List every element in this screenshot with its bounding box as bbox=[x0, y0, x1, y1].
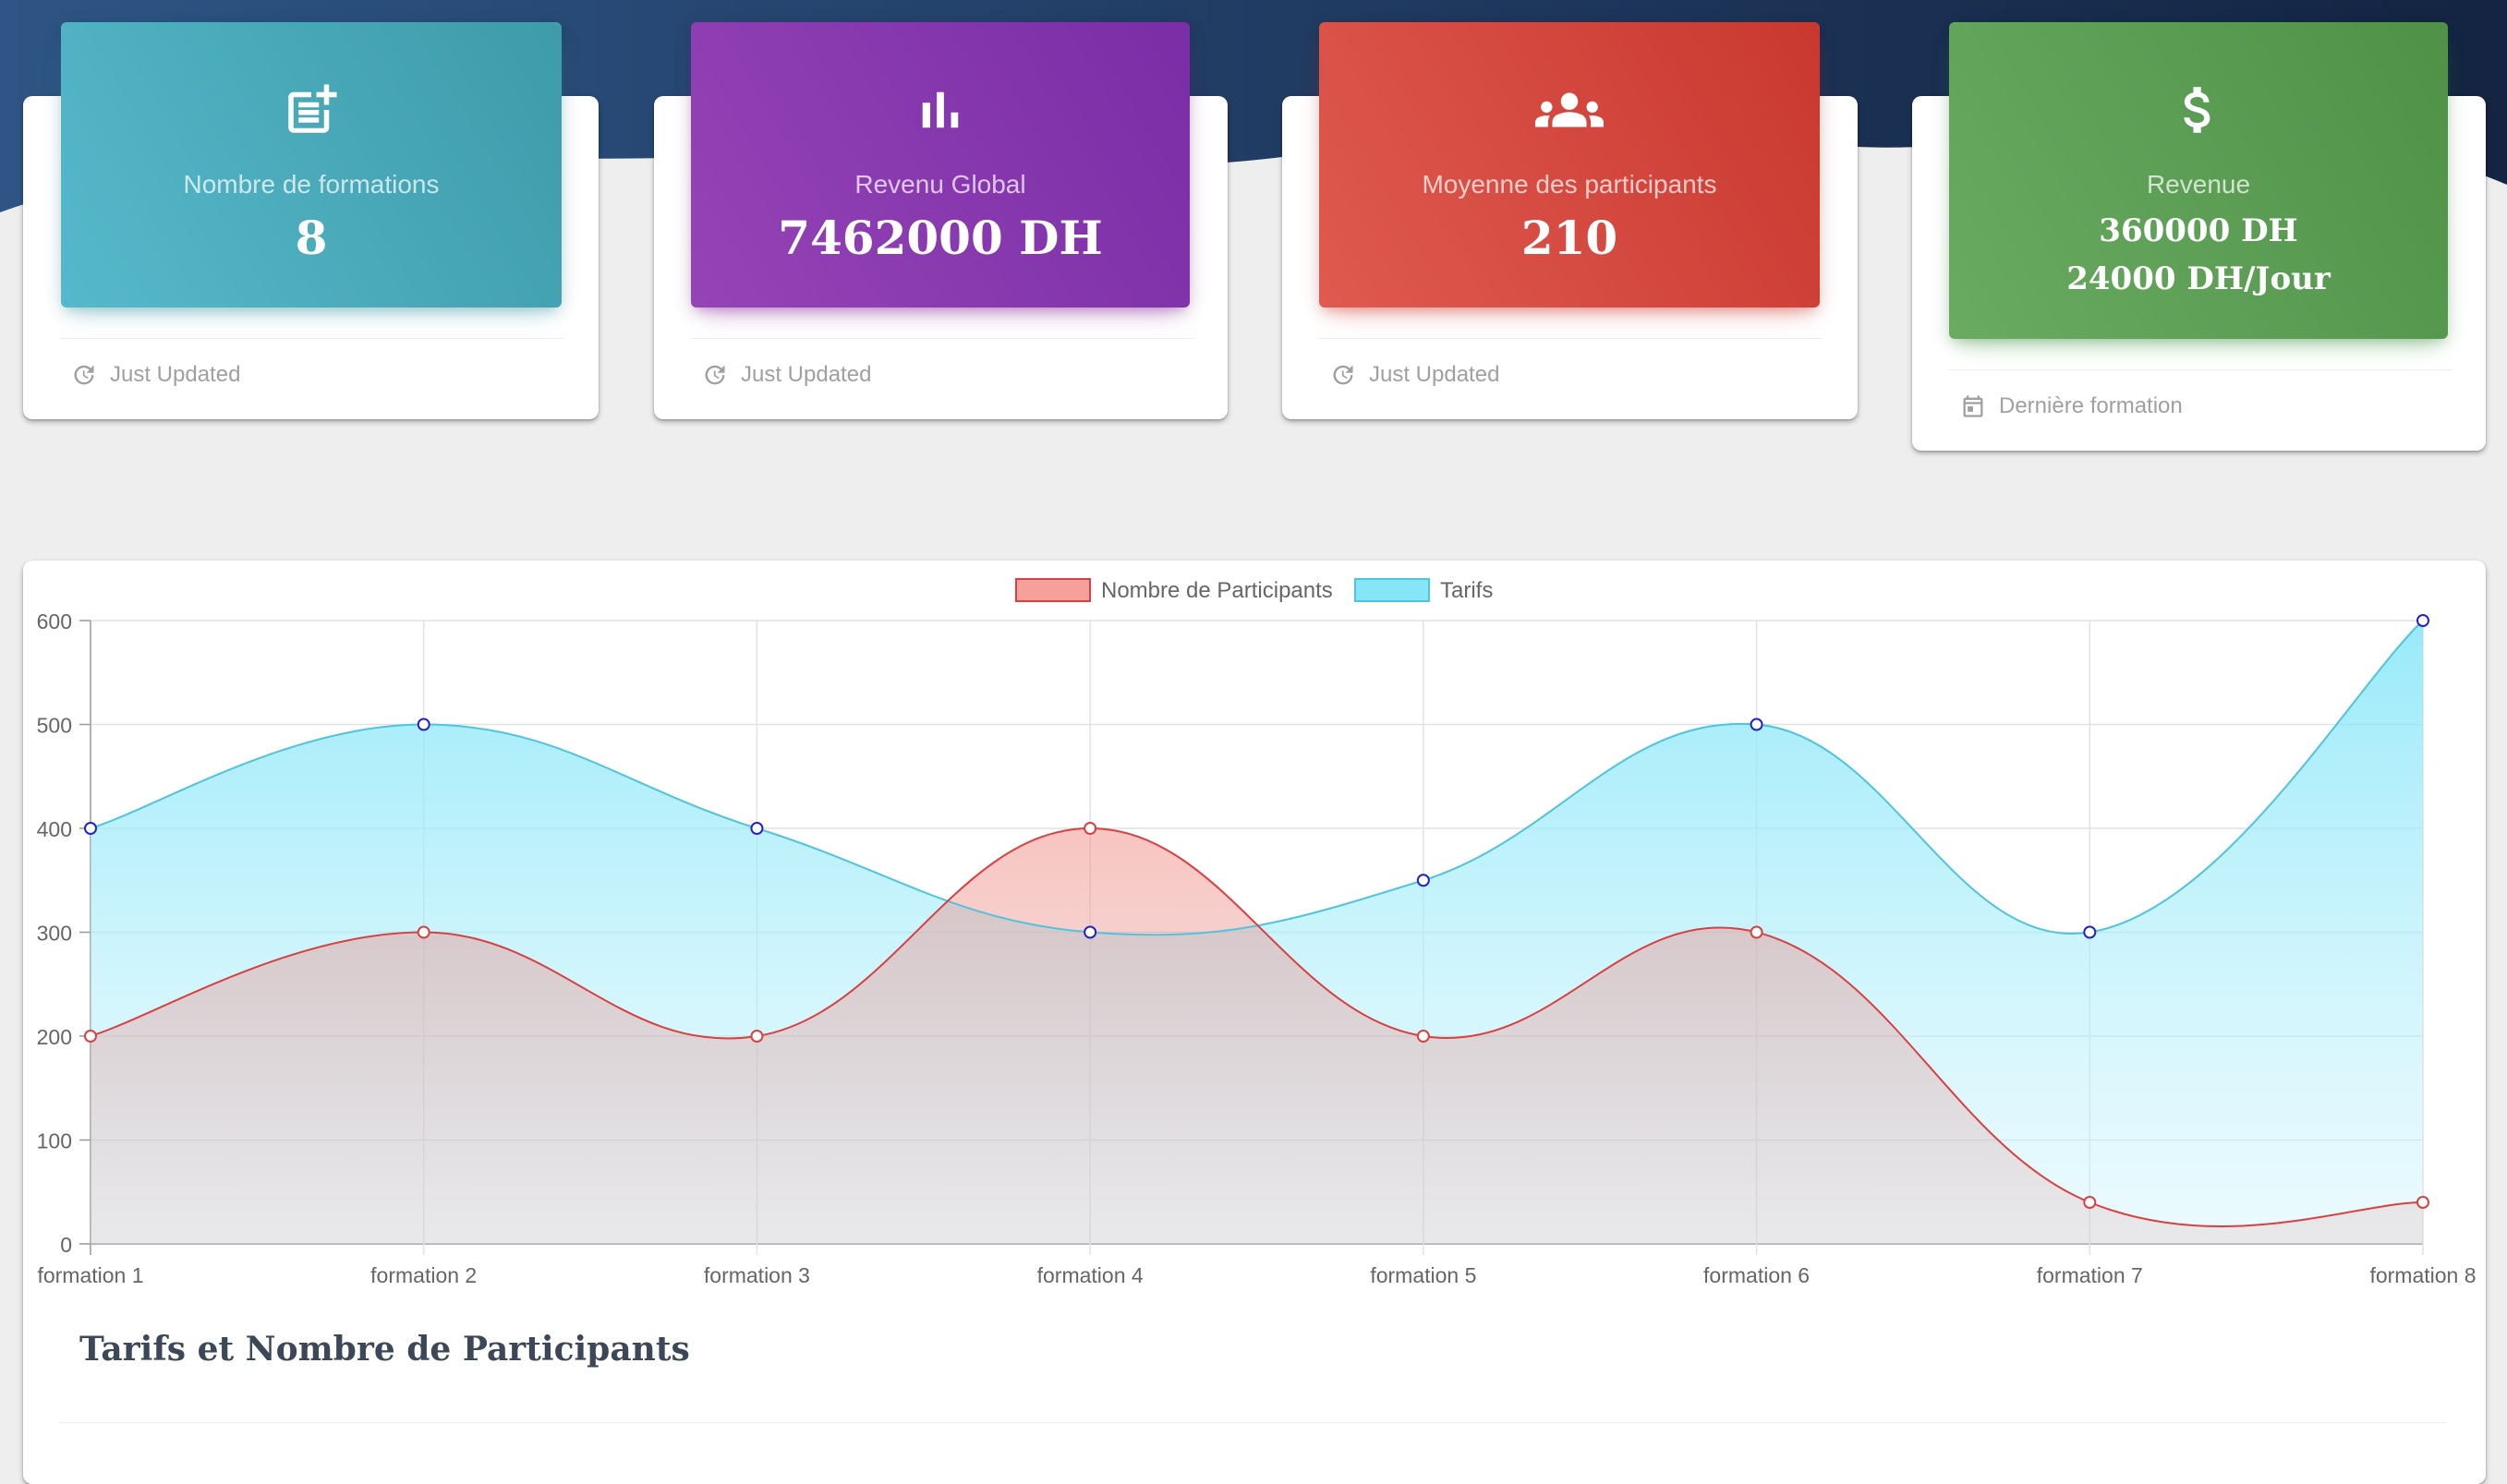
point-participants bbox=[750, 1030, 764, 1043]
point-tarifs bbox=[2416, 614, 2429, 627]
point-tarifs bbox=[84, 822, 97, 835]
x-tick-label: formation 7 bbox=[2037, 1263, 2143, 1287]
y-tick-label: 400 bbox=[37, 817, 72, 841]
x-tick-label: formation 3 bbox=[704, 1263, 810, 1287]
point-tarifs bbox=[417, 718, 430, 731]
point-participants bbox=[2083, 1196, 2097, 1209]
line-area-chart: 0 100 200 300 400 500 600 formation 1 formation … bbox=[37, 578, 2477, 1287]
x-tick-label: formation 2 bbox=[370, 1263, 477, 1287]
y-tick-label: 500 bbox=[37, 714, 72, 738]
point-tarifs bbox=[1084, 925, 1097, 939]
chart-divider bbox=[59, 1422, 2446, 1423]
x-tick-label: formation 6 bbox=[1703, 1263, 1810, 1287]
point-tarifs bbox=[750, 822, 764, 835]
y-tick-label: 300 bbox=[37, 922, 72, 946]
legend-swatch bbox=[1354, 578, 1430, 602]
point-participants bbox=[1084, 822, 1097, 835]
x-tick-label: formation 5 bbox=[1370, 1263, 1476, 1287]
y-tick-label: 100 bbox=[37, 1129, 72, 1153]
x-tick-label: formation 1 bbox=[37, 1263, 143, 1287]
x-tick-label: formation 8 bbox=[2369, 1263, 2476, 1287]
point-participants bbox=[84, 1030, 97, 1043]
point-tarifs bbox=[1750, 718, 1763, 731]
point-participants bbox=[417, 925, 430, 939]
y-tick-label: 200 bbox=[37, 1025, 72, 1049]
point-tarifs bbox=[1416, 874, 1430, 887]
y-tick-label: 0 bbox=[60, 1233, 72, 1257]
legend-label: Tarifs bbox=[1440, 578, 1493, 603]
point-participants bbox=[1750, 925, 1763, 939]
x-tick-label: formation 4 bbox=[1037, 1263, 1144, 1287]
point-tarifs bbox=[2083, 925, 2097, 939]
y-tick-label: 600 bbox=[37, 609, 72, 633]
point-participants bbox=[2416, 1196, 2429, 1209]
chart-title: Tarifs et Nombre de Participants bbox=[79, 1330, 690, 1369]
legend-swatch bbox=[1015, 578, 1091, 602]
point-participants bbox=[1416, 1030, 1430, 1043]
legend-label: Nombre de Participants bbox=[1101, 578, 1333, 603]
